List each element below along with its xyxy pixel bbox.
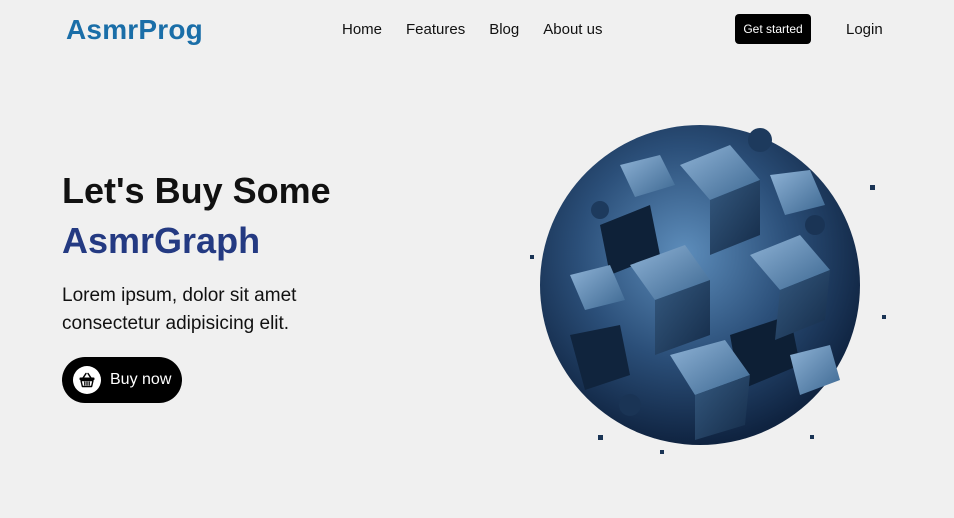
brand-logo[interactable]: AsmrProg xyxy=(66,14,203,46)
nav-link-about[interactable]: About us xyxy=(543,21,602,39)
hero-cube-sphere-image xyxy=(510,105,890,465)
nav-link-features[interactable]: Features xyxy=(406,21,465,39)
hero-description: Lorem ipsum, dolor sit amet consectetur … xyxy=(62,285,297,334)
buy-now-button[interactable]: Buy now xyxy=(62,357,182,403)
hero-highlight: AsmrGraph xyxy=(62,220,261,261)
nav-link-blog[interactable]: Blog xyxy=(489,21,519,39)
hero-title-text: Let's Buy Some xyxy=(62,170,331,211)
hero-title: Let's Buy Some AsmrGraph xyxy=(62,170,342,262)
nav-links: Home Features Blog About us xyxy=(342,21,626,39)
hero-section: Let's Buy Some AsmrGraph Lorem ipsum, do… xyxy=(62,170,342,338)
get-started-button[interactable]: Get started xyxy=(735,14,811,44)
login-link[interactable]: Login xyxy=(846,21,883,38)
nav-link-home[interactable]: Home xyxy=(342,21,382,39)
navbar: AsmrProg Home Features Blog About us Get… xyxy=(0,0,954,62)
buy-now-label: Buy now xyxy=(110,371,172,388)
basket-icon xyxy=(73,366,101,394)
